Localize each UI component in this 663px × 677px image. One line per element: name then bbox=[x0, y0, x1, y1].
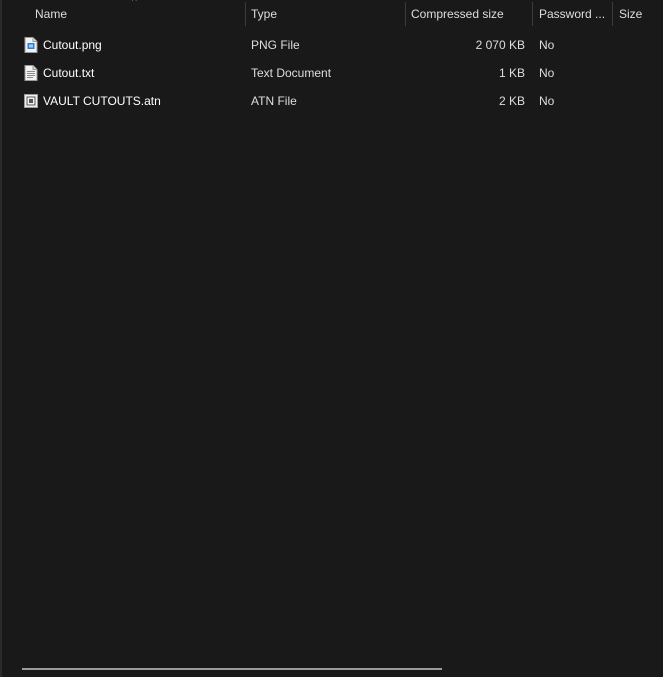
column-header-compressed-size-label: Compressed size bbox=[411, 7, 504, 21]
file-name: VAULT CUTOUTS.atn bbox=[43, 94, 161, 108]
horizontal-scrollbar[interactable] bbox=[22, 668, 442, 670]
column-header-bar: ^ Name Type Compressed size Password ...… bbox=[4, 0, 663, 27]
text-file-icon bbox=[24, 65, 38, 81]
file-type: Text Document bbox=[251, 66, 332, 80]
column-header-type[interactable]: Type bbox=[246, 0, 405, 27]
file-name: Cutout.txt bbox=[43, 66, 95, 80]
column-header-name[interactable]: Name bbox=[4, 0, 245, 27]
atn-file-icon bbox=[24, 94, 38, 108]
file-name: Cutout.png bbox=[43, 38, 102, 52]
file-list-window: ^ Name Type Compressed size Password ...… bbox=[0, 0, 663, 677]
file-list: Cutout.png PNG File 2 070 KB No Cutout.t… bbox=[4, 31, 663, 115]
file-type: PNG File bbox=[251, 38, 300, 52]
column-header-size-label: Size bbox=[619, 7, 643, 21]
column-header-name-label: Name bbox=[35, 7, 68, 21]
file-compressed-size: 2 KB bbox=[498, 94, 525, 108]
file-password-protected: No bbox=[539, 66, 555, 80]
file-password-protected: No bbox=[539, 38, 555, 52]
file-row[interactable]: VAULT CUTOUTS.atn ATN File 2 KB No bbox=[4, 87, 663, 115]
column-header-size[interactable]: Size bbox=[613, 0, 663, 27]
file-row[interactable]: Cutout.png PNG File 2 070 KB No bbox=[4, 31, 663, 59]
file-type: ATN File bbox=[251, 94, 297, 108]
column-header-type-label: Type bbox=[251, 7, 278, 21]
file-password-protected: No bbox=[539, 94, 555, 108]
file-compressed-size: 2 070 KB bbox=[475, 38, 525, 52]
file-row[interactable]: Cutout.txt Text Document 1 KB No bbox=[4, 59, 663, 87]
png-file-icon bbox=[24, 37, 38, 53]
column-header-password[interactable]: Password ... bbox=[533, 0, 612, 27]
column-header-password-label: Password ... bbox=[539, 7, 606, 21]
column-header-compressed-size[interactable]: Compressed size bbox=[406, 0, 532, 27]
file-compressed-size: 1 KB bbox=[498, 66, 525, 80]
